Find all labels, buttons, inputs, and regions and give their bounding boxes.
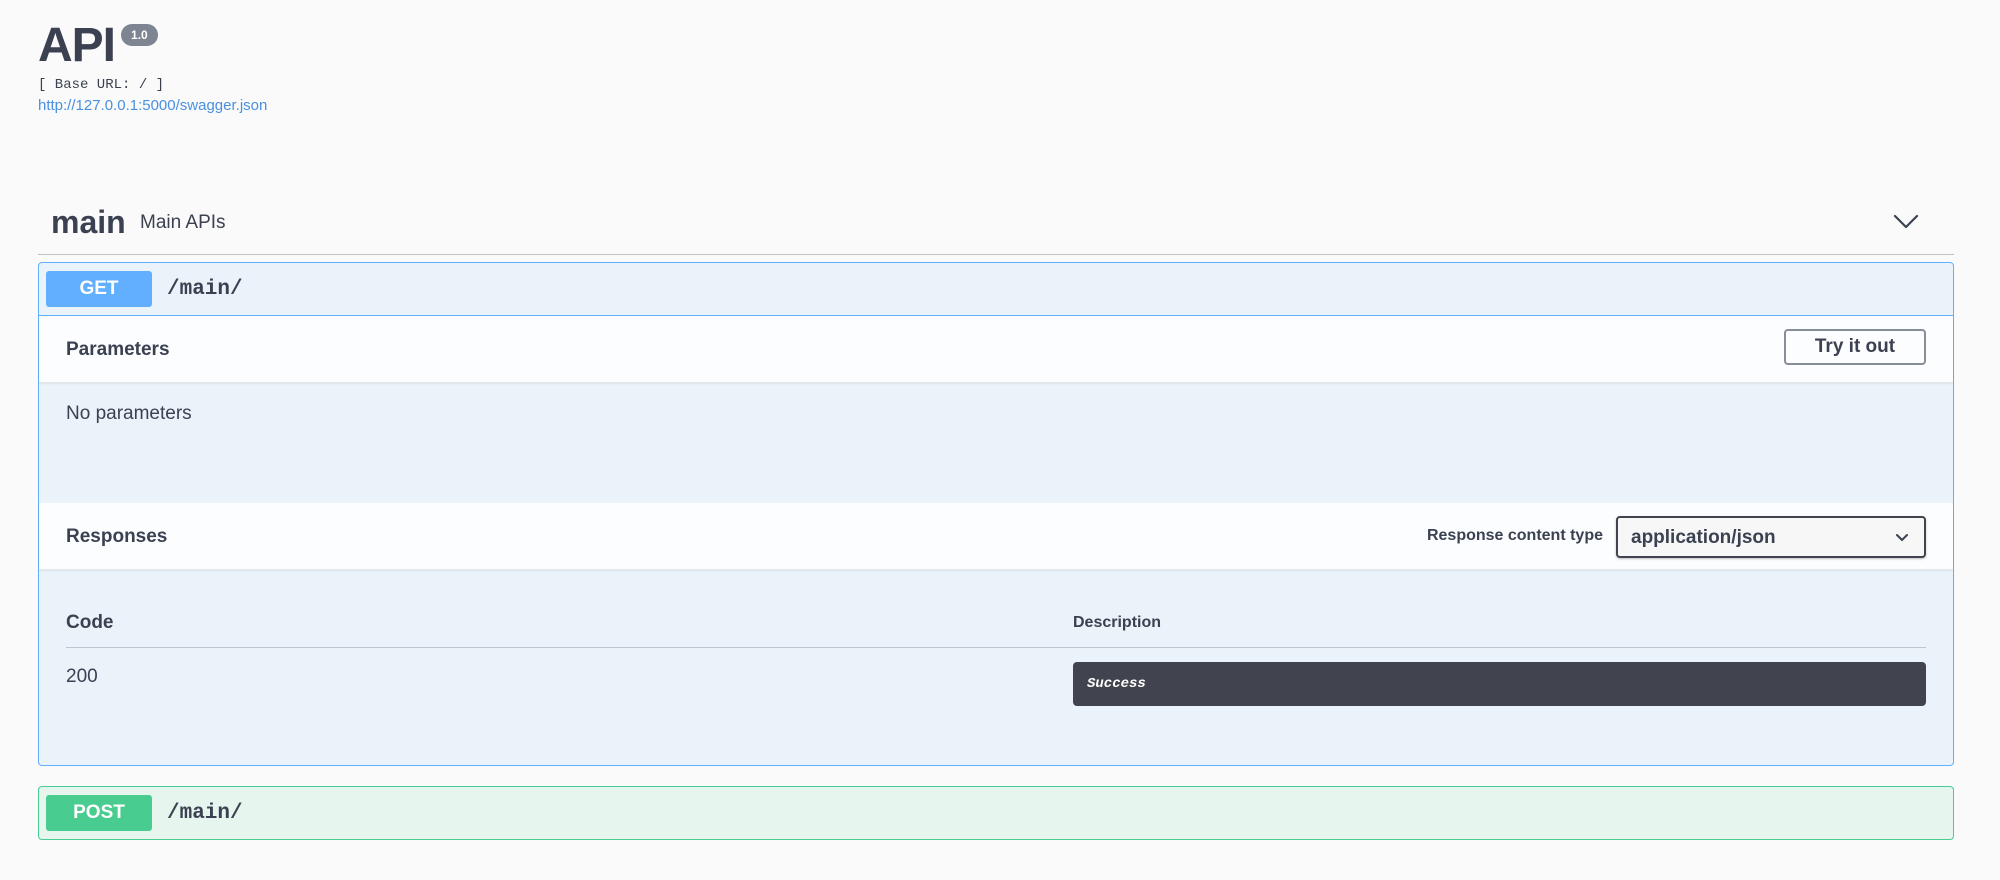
responses-table: Code Description 200 Success [39, 570, 1953, 766]
parameters-title: Parameters [66, 339, 170, 360]
tag-main-section[interactable]: main Main APIs [38, 188, 1954, 255]
responses-header: Responses Response content type applicat… [39, 503, 1953, 570]
operation-summary-get[interactable]: GET /main/ [39, 263, 1953, 316]
column-header-description: Description [1073, 614, 1162, 631]
response-content-type-label: Response content type [1426, 527, 1603, 544]
parameters-body: No parameters [39, 383, 1953, 503]
chevron-down-icon[interactable] [1892, 207, 1920, 235]
method-badge-post: POST [46, 795, 152, 831]
method-badge-get: GET [46, 271, 152, 307]
operation-path: /main/ [167, 801, 243, 825]
response-code: 200 [66, 666, 98, 687]
tag-name: main [51, 204, 126, 240]
tag-description: Main APIs [140, 212, 226, 233]
title-row: API 1.0 [38, 18, 738, 74]
api-title: API [38, 19, 116, 72]
parameters-header: Parameters Try it out [39, 316, 1953, 383]
version-badge: 1.0 [121, 24, 158, 46]
try-it-out-button[interactable]: Try it out [1784, 329, 1926, 365]
response-content-type-select[interactable]: application/json [1616, 516, 1926, 558]
api-info-header: API 1.0 [ Base URL: / ] http://127.0.0.1… [38, 18, 738, 116]
chevron-down-icon [1896, 534, 1908, 541]
no-parameters-text: No parameters [66, 403, 192, 424]
operation-get-main: GET /main/ Parameters Try it out No para… [38, 262, 1954, 766]
table-divider [66, 647, 1926, 648]
column-header-code: Code [66, 612, 114, 633]
base-url: [ Base URL: / ] [38, 77, 165, 93]
responses-title: Responses [66, 526, 168, 547]
content-type-value: application/json [1631, 527, 1776, 548]
operation-post-main[interactable]: POST /main/ [38, 786, 1954, 840]
operation-path: /main/ [167, 277, 243, 301]
swagger-json-link[interactable]: http://127.0.0.1:5000/swagger.json [38, 96, 267, 116]
response-description-box: Success [1073, 662, 1926, 706]
response-description: Success [1087, 676, 1146, 692]
